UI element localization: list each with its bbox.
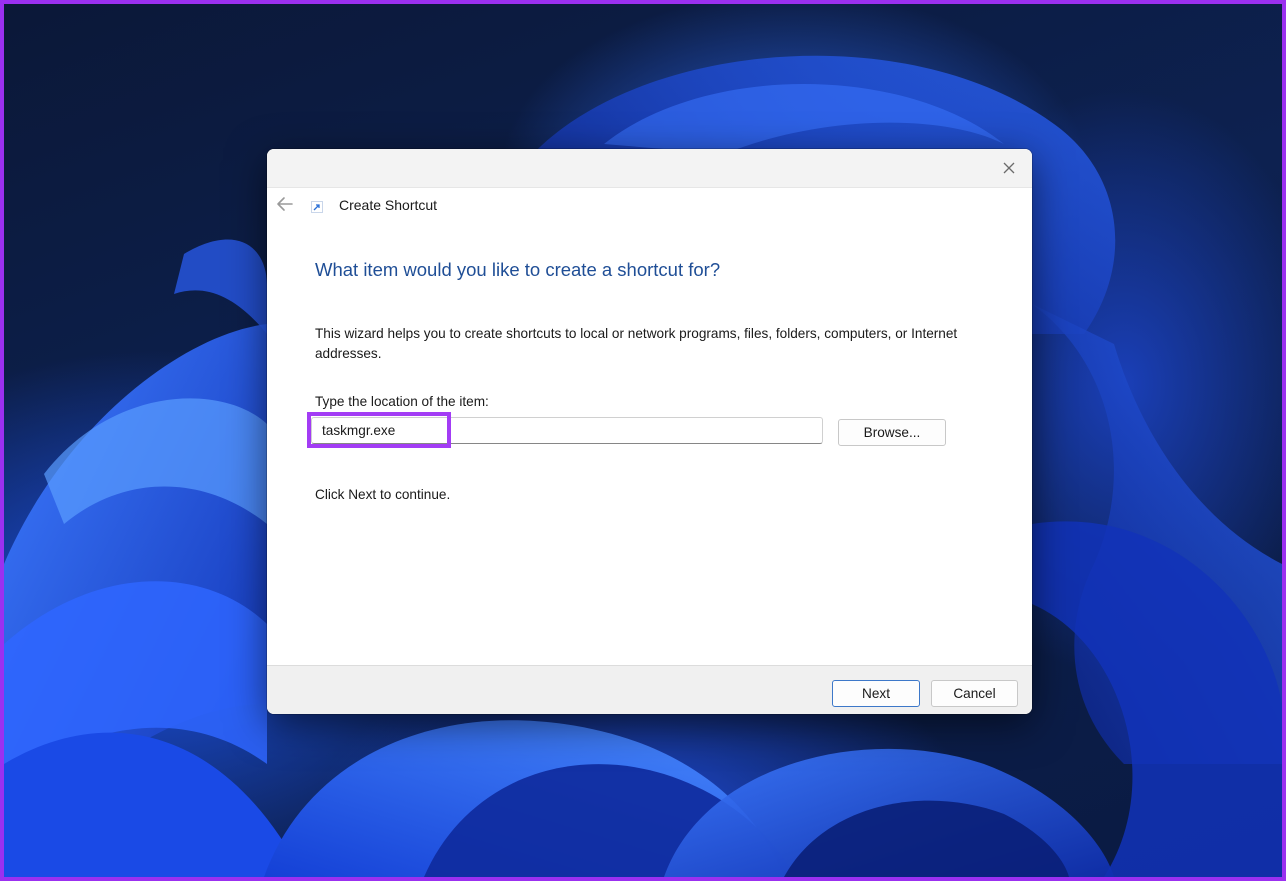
wizard-header: Create Shortcut — [267, 187, 1032, 224]
location-label: Type the location of the item: — [315, 394, 489, 409]
location-input[interactable] — [311, 417, 823, 444]
create-shortcut-dialog: Create Shortcut What item would you like… — [267, 149, 1032, 714]
wizard-description: This wizard helps you to create shortcut… — [315, 326, 958, 361]
browse-button[interactable]: Browse... — [838, 419, 946, 446]
dialog-footer: Next Cancel — [267, 665, 1032, 714]
page-heading: What item would you like to create a sho… — [315, 259, 721, 280]
close-button[interactable] — [994, 155, 1024, 181]
dialog-titlebar — [267, 149, 1032, 187]
close-icon — [1003, 162, 1015, 174]
next-button[interactable]: Next — [832, 680, 920, 707]
cancel-button[interactable]: Cancel — [931, 680, 1018, 707]
back-arrow-icon — [277, 197, 293, 211]
desktop-wallpaper: Create Shortcut What item would you like… — [4, 4, 1282, 877]
back-button[interactable] — [275, 195, 295, 213]
shortcut-icon — [311, 201, 323, 213]
continue-instruction: Click Next to continue. — [315, 487, 451, 502]
wizard-title: Create Shortcut — [339, 197, 438, 213]
